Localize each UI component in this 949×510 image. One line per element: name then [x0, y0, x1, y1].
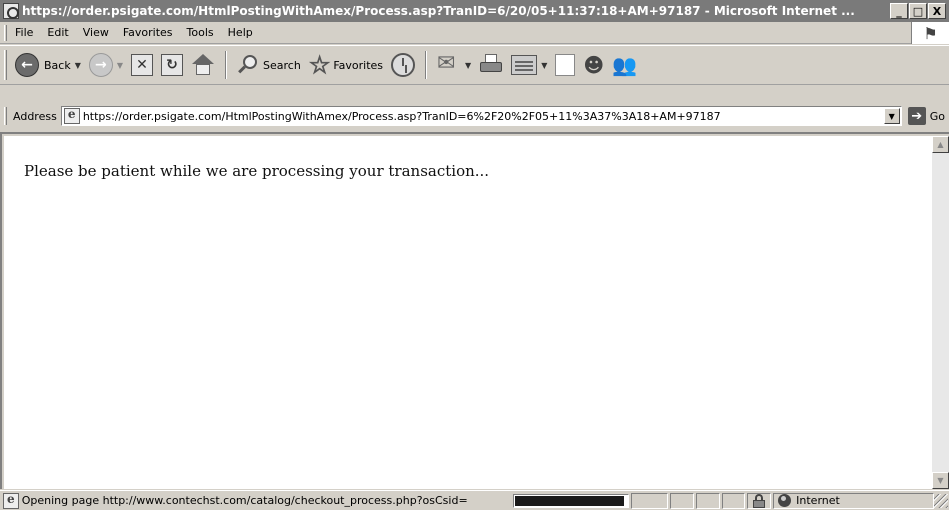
refresh-icon: ↻	[161, 54, 184, 76]
security-panel[interactable]	[747, 492, 772, 509]
edit-button[interactable]: ▼	[507, 49, 551, 81]
scroll-down-button[interactable]: ▼	[932, 472, 949, 489]
status-panel	[721, 492, 746, 509]
processing-message: Please be patient while we are processin…	[24, 162, 490, 180]
minimize-button[interactable]: _	[890, 3, 908, 19]
close-button[interactable]: X	[928, 3, 946, 19]
ie-app-icon[interactable]	[3, 3, 19, 19]
print-button[interactable]	[475, 49, 507, 81]
menu-help[interactable]: Help	[221, 26, 260, 39]
window-title: https://order.psigate.com/HtmlPostingWit…	[22, 4, 855, 18]
mail-dropdown-icon[interactable]: ▼	[465, 61, 471, 70]
globe-icon	[778, 494, 792, 507]
menu-edit[interactable]: Edit	[40, 26, 75, 39]
go-button[interactable]: ➔ Go	[902, 107, 949, 125]
page-icon	[63, 107, 80, 124]
status-bar: Opening page http://www.contechst.com/ca…	[0, 490, 949, 510]
toolbar-separator	[225, 51, 228, 79]
back-arrow-icon: ←	[15, 53, 39, 77]
refresh-button[interactable]: ↻	[157, 49, 187, 81]
blank-page-icon	[555, 54, 576, 76]
discuss-button[interactable]	[551, 49, 579, 81]
address-bar: Address https://order.psigate.com/HtmlPo…	[0, 104, 949, 128]
home-button[interactable]	[187, 49, 219, 81]
search-button[interactable]: Search	[233, 49, 305, 81]
edit-icon	[511, 55, 538, 75]
contacts-button[interactable]: 👥	[608, 49, 641, 81]
mail-icon	[437, 51, 461, 76]
mail-button[interactable]: ▼	[433, 49, 475, 81]
windows-logo-throbber: ⚑	[911, 22, 949, 44]
progress-fill	[515, 495, 624, 506]
home-icon	[191, 54, 215, 76]
search-label: Search	[263, 58, 301, 72]
zone-label: Internet	[796, 494, 840, 507]
lock-icon	[752, 493, 766, 508]
favorites-label: Favorites	[333, 58, 384, 72]
scroll-up-button[interactable]: ▲	[932, 136, 949, 153]
progress-bar	[513, 493, 630, 508]
page-content: Please be patient while we are processin…	[4, 136, 934, 489]
toolbar-grip[interactable]	[4, 50, 7, 80]
page-frame: Please be patient while we are processin…	[0, 132, 949, 489]
favorites-button[interactable]: ☆ Favorites	[305, 49, 387, 81]
go-label: Go	[929, 109, 945, 123]
address-input[interactable]: https://order.psigate.com/HtmlPostingWit…	[60, 106, 902, 126]
menu-tools[interactable]: Tools	[180, 26, 221, 39]
back-button[interactable]: ← Back ▼	[11, 49, 85, 81]
menu-view[interactable]: View	[76, 26, 116, 39]
search-icon	[237, 54, 259, 76]
maximize-button[interactable]: □	[909, 3, 927, 19]
vertical-scrollbar[interactable]: ▲ ▼	[932, 136, 949, 489]
address-dropdown-button[interactable]: ▼	[883, 108, 900, 124]
messenger-button[interactable]: ☻	[579, 49, 608, 81]
resize-grip[interactable]	[934, 493, 948, 508]
stop-button[interactable]: ✕	[127, 49, 157, 81]
status-text: Opening page http://www.contechst.com/ca…	[21, 494, 468, 507]
address-label: Address	[13, 109, 57, 123]
windows-logo-icon: ⚑	[923, 23, 938, 43]
security-zone[interactable]: Internet	[773, 492, 935, 509]
status-panel	[670, 492, 694, 509]
back-dropdown-icon[interactable]: ▼	[75, 61, 81, 70]
toolbar-separator	[425, 51, 428, 79]
status-panel	[696, 492, 720, 509]
printer-icon	[479, 54, 503, 76]
people-icon: 👥	[612, 53, 638, 77]
forward-dropdown-icon[interactable]: ▼	[117, 61, 123, 70]
edit-dropdown-icon[interactable]: ▼	[541, 61, 547, 70]
forward-arrow-icon: →	[88, 53, 113, 77]
menu-file[interactable]: File	[7, 26, 40, 39]
history-button[interactable]	[387, 49, 419, 81]
status-panel	[631, 492, 669, 509]
messenger-icon: ☻	[583, 53, 605, 77]
history-icon	[391, 53, 416, 77]
menu-favorites[interactable]: Favorites	[116, 26, 180, 39]
back-label: Back	[44, 58, 71, 72]
stop-icon: ✕	[131, 54, 154, 76]
window-controls: _ □ X	[890, 3, 946, 19]
forward-button[interactable]: → ▼	[85, 49, 127, 81]
menu-bar: File Edit View Favorites Tools Help ⚑	[0, 22, 949, 44]
star-icon: ☆	[308, 51, 331, 79]
go-arrow-icon: ➔	[907, 107, 926, 125]
standard-toolbar: ← Back ▼ → ▼ ✕ ↻ Search ☆ Favorites ▼ ▼	[0, 45, 949, 85]
title-bar: https://order.psigate.com/HtmlPostingWit…	[0, 0, 949, 22]
address-url[interactable]: https://order.psigate.com/HtmlPostingWit…	[83, 110, 884, 123]
status-page-icon	[3, 492, 19, 509]
